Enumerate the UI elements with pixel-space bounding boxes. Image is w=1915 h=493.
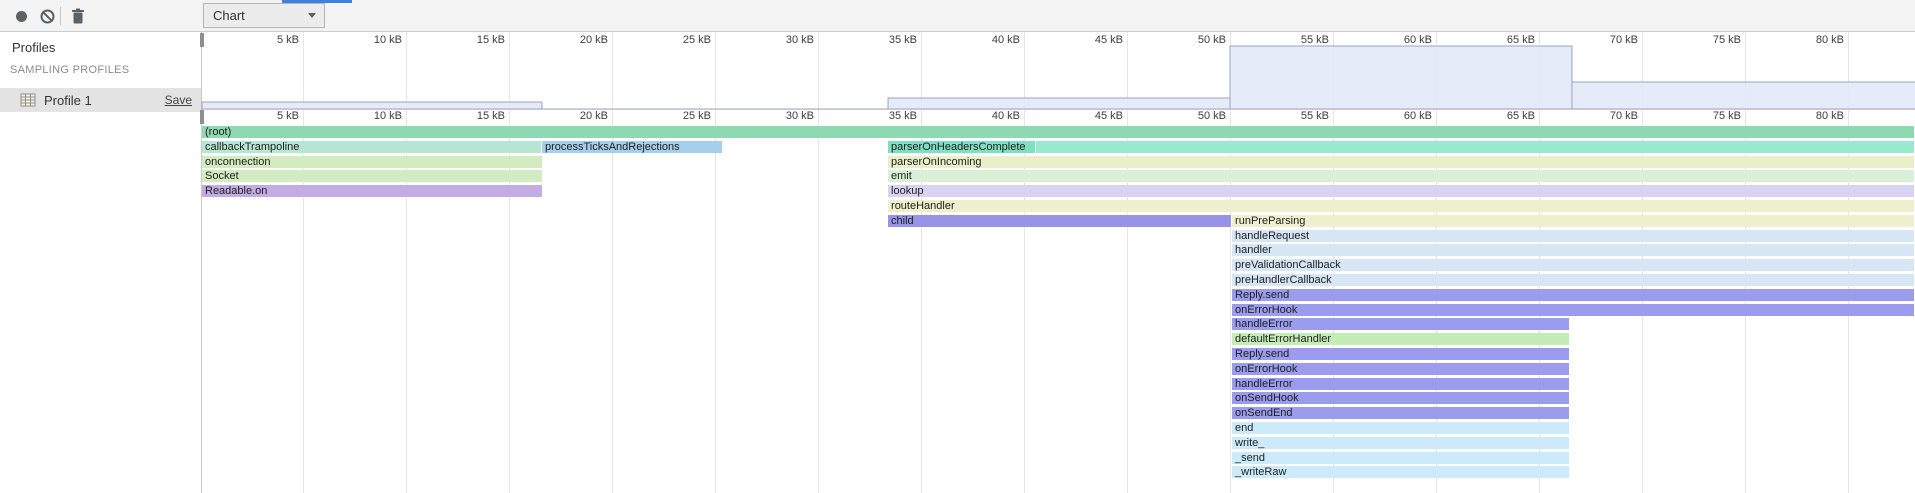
flame-bar--writeraw[interactable]: _writeRaw [1232, 466, 1569, 478]
overview-baseline [202, 109, 1915, 110]
flame-bar-onerrorhook[interactable]: onErrorHook [1232, 363, 1569, 375]
flame-bar-defaulterrorhandler[interactable]: defaultErrorHandler [1232, 333, 1569, 345]
overview-left-range-handle[interactable] [200, 33, 204, 47]
flame-ruler-tick-label: 75 kB [1685, 110, 1741, 123]
flame-bar-end[interactable]: end [1232, 422, 1569, 434]
flame-ruler-tick-label: 55 kB [1273, 110, 1329, 123]
flame-ruler-tick-label: 80 kB [1788, 110, 1844, 123]
flame-ruler-tick-label: 35 kB [861, 110, 917, 123]
flame-bar-lookup[interactable]: lookup [888, 185, 1914, 197]
flame-bar-socket[interactable]: Socket [202, 170, 542, 182]
flame-ruler-tick-label: 45 kB [1067, 110, 1123, 123]
flame-ruler-tick-label: 15 kB [449, 110, 505, 123]
flame-bar-runpreparsing[interactable]: runPreParsing [1232, 215, 1914, 227]
flame-bar-write-[interactable]: write_ [1232, 437, 1569, 449]
flame-bar--root-[interactable]: (root) [202, 126, 1914, 138]
sidebar-item-profile-1[interactable]: Profile 1 Save [0, 88, 201, 112]
flame-ruler-tick-label: 65 kB [1479, 110, 1535, 123]
flame-bar-child[interactable]: child [888, 215, 1231, 227]
flame-ruler-tick-label: 30 kB [758, 110, 814, 123]
flame-ruler-tick-label: 10 kB [346, 110, 402, 123]
flame-bar-onconnection[interactable]: onconnection [202, 156, 542, 168]
flame-bar-handleerror[interactable]: handleError [1232, 318, 1569, 330]
active-tab-indicator [282, 0, 352, 3]
flame-bar-readable-on[interactable]: Readable.on [202, 185, 542, 197]
flame-bar-onerrorhook[interactable]: onErrorHook [1232, 304, 1914, 316]
memory-profiler-panel: Chart Profiles SAMPLING PROFILES Profile… [0, 0, 1915, 493]
sidebar-section-sampling-profiles: SAMPLING PROFILES [10, 64, 129, 76]
flame-bar-reply-send[interactable]: Reply.send [1232, 348, 1569, 360]
profiles-sidebar: Profiles SAMPLING PROFILES Profile 1 Sav… [0, 32, 202, 493]
flame-bar-routehandler[interactable]: routeHandler [888, 200, 1914, 212]
chart-view-select-value: Chart [204, 8, 308, 23]
chart-view-select[interactable]: Chart [203, 3, 325, 28]
flame-bar-onsendhook[interactable]: onSendHook [1232, 392, 1569, 404]
flame-bar-onsendend[interactable]: onSendEnd [1232, 407, 1569, 419]
flame-bar-prehandlercallback[interactable]: preHandlerCallback [1232, 274, 1914, 286]
flame-bar-parseronincoming[interactable]: parserOnIncoming [888, 156, 1914, 168]
flame-left-range-handle[interactable] [200, 110, 204, 124]
flame-ruler-tick-label: 70 kB [1582, 110, 1638, 123]
profile-name: Profile 1 [44, 93, 165, 108]
flame-bar-handlerequest[interactable]: handleRequest [1232, 230, 1914, 242]
flame-ruler-tick-label: 20 kB [552, 110, 608, 123]
allocation-flame-chart[interactable]: 5 kB 10 kB 15 kB 20 kB 25 kB 30 kB 35 kB 40 kB 4… [202, 32, 1915, 493]
flame-bar-prevalidationcallback[interactable]: preValidationCallback [1232, 259, 1914, 271]
toolbar: Chart [0, 0, 1915, 32]
flame-bar-processticksandrejections[interactable]: processTicksAndRejections [542, 141, 722, 153]
flame-bar--send[interactable]: _send [1232, 452, 1569, 464]
chevron-down-icon [308, 13, 316, 18]
flame-bar[interactable] [1036, 141, 1914, 153]
flame-bar-handleerror[interactable]: handleError [1232, 378, 1569, 390]
flame-bar-callbacktrampoline[interactable]: callbackTrampoline [202, 141, 541, 153]
allocation-overview[interactable] [202, 32, 1915, 110]
flame-bar-parseronheaderscomplete[interactable]: parserOnHeadersComplete [888, 141, 1035, 153]
record-icon [16, 11, 27, 22]
flame-ruler-tick-label: 50 kB [1170, 110, 1226, 123]
clear-button[interactable] [35, 0, 59, 32]
overview-area [202, 46, 1915, 109]
sidebar-title: Profiles [12, 40, 55, 55]
flame-ruler-tick-label: 40 kB [964, 110, 1020, 123]
delete-profile-button[interactable] [66, 0, 90, 32]
ban-icon [40, 9, 55, 24]
trash-icon [71, 8, 85, 24]
save-profile-link[interactable]: Save [165, 93, 192, 107]
profile-grid-icon [20, 92, 36, 108]
flame-bar-handler[interactable]: handler [1232, 244, 1914, 256]
flame-ruler-tick-label: 5 kB [243, 110, 299, 123]
flame-ruler-tick-label: 25 kB [655, 110, 711, 123]
flame-bar-emit[interactable]: emit [888, 170, 1914, 182]
flame-ruler-tick-label: 60 kB [1376, 110, 1432, 123]
toolbar-separator [60, 7, 61, 25]
flame-bar-reply-send[interactable]: Reply.send [1232, 289, 1914, 301]
record-button[interactable] [9, 0, 33, 32]
